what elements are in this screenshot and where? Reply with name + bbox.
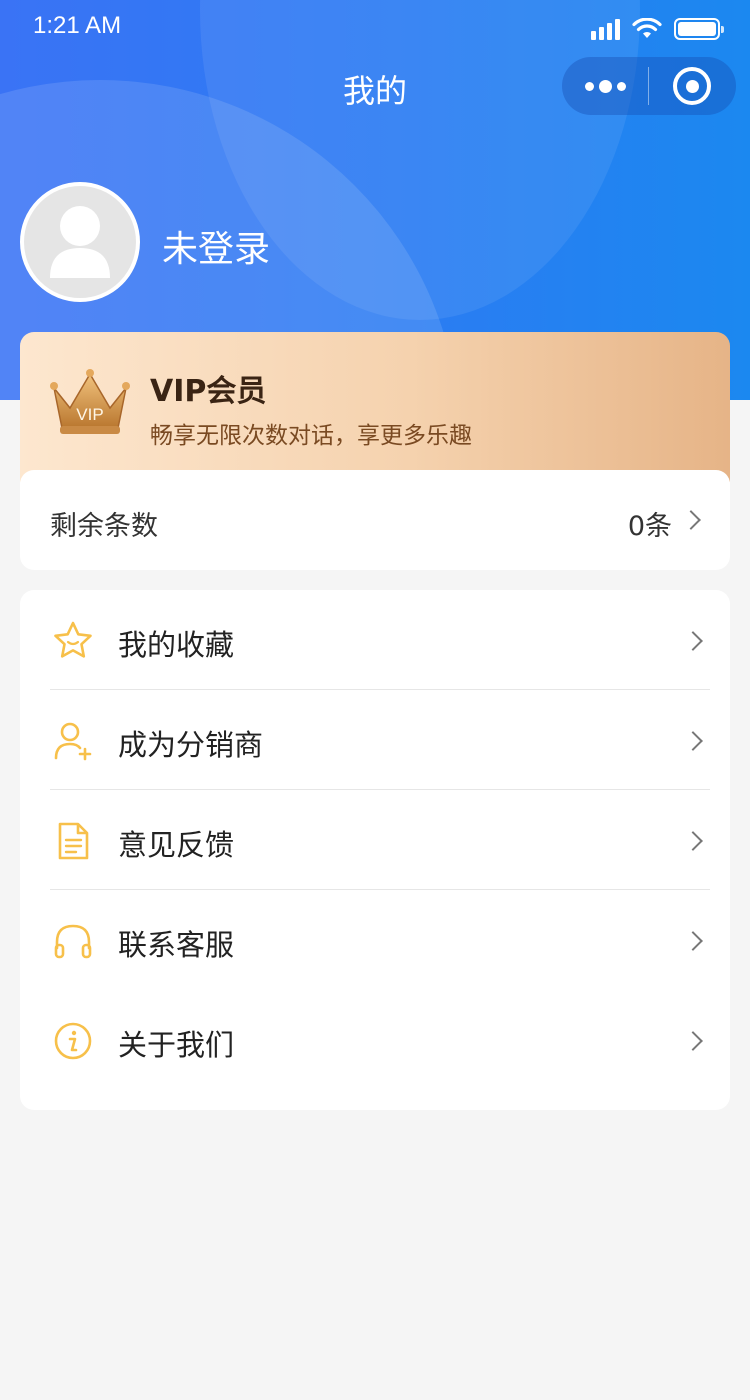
battery-icon (674, 18, 724, 40)
status-icons (591, 16, 724, 42)
chevron-right-icon (683, 831, 703, 851)
wifi-icon (632, 18, 662, 38)
menu-item-feedback[interactable]: 意见反馈 (20, 790, 730, 890)
chevron-right-icon (681, 510, 701, 530)
crown-badge-text: VIP (76, 405, 103, 424)
menu-item-label: 关于我们 (118, 1028, 235, 1062)
menu-item-label: 成为分销商 (118, 728, 264, 762)
chevron-right-icon (683, 931, 703, 951)
status-time: 1:21 AM (33, 12, 122, 39)
menu-item-label: 联系客服 (118, 928, 235, 962)
headphones-icon (54, 924, 92, 959)
chevron-right-icon (683, 731, 703, 751)
menu-item-distributor[interactable]: 成为分销商 (20, 690, 730, 790)
chevron-right-icon (683, 631, 703, 651)
remaining-count-label: 剩余条数 (50, 511, 158, 542)
info-icon (54, 1022, 92, 1060)
menu-item-label: 我的收藏 (118, 628, 235, 662)
menu-item-label: 意见反馈 (118, 828, 235, 862)
user-silhouette-icon (50, 206, 110, 278)
remaining-count-row[interactable]: 剩余条数 0条 (20, 470, 730, 570)
menu-item-about[interactable]: 关于我们 (20, 990, 730, 1090)
close-miniprogram-button[interactable] (649, 57, 735, 115)
avatar[interactable] (20, 182, 140, 302)
user-add-icon (54, 722, 92, 761)
menu-item-customer-service[interactable]: 联系客服 (20, 890, 730, 990)
signal-icon (591, 18, 620, 40)
crown-icon: VIP (50, 369, 130, 434)
remaining-count-value: 0条 (627, 511, 672, 542)
vip-title: VIP会员 (150, 374, 267, 409)
target-icon (673, 67, 711, 105)
vip-card[interactable]: VIP VIP会员 畅享无限次数对话，享更多乐趣 (20, 332, 730, 482)
menu-list: 我的收藏 成为分销商 意见反馈 联系客服 关于我们 (20, 590, 730, 1110)
menu-item-favorites[interactable]: 我的收藏 (20, 590, 730, 690)
star-icon (54, 621, 92, 658)
more-button[interactable] (562, 57, 648, 115)
more-dots-icon (584, 81, 594, 91)
document-icon (58, 822, 89, 860)
vip-subtitle: 畅享无限次数对话，享更多乐趣 (150, 423, 472, 449)
mini-program-capsule (562, 57, 736, 115)
chevron-right-icon (683, 1031, 703, 1051)
login-status-text[interactable]: 未登录 (162, 220, 270, 272)
